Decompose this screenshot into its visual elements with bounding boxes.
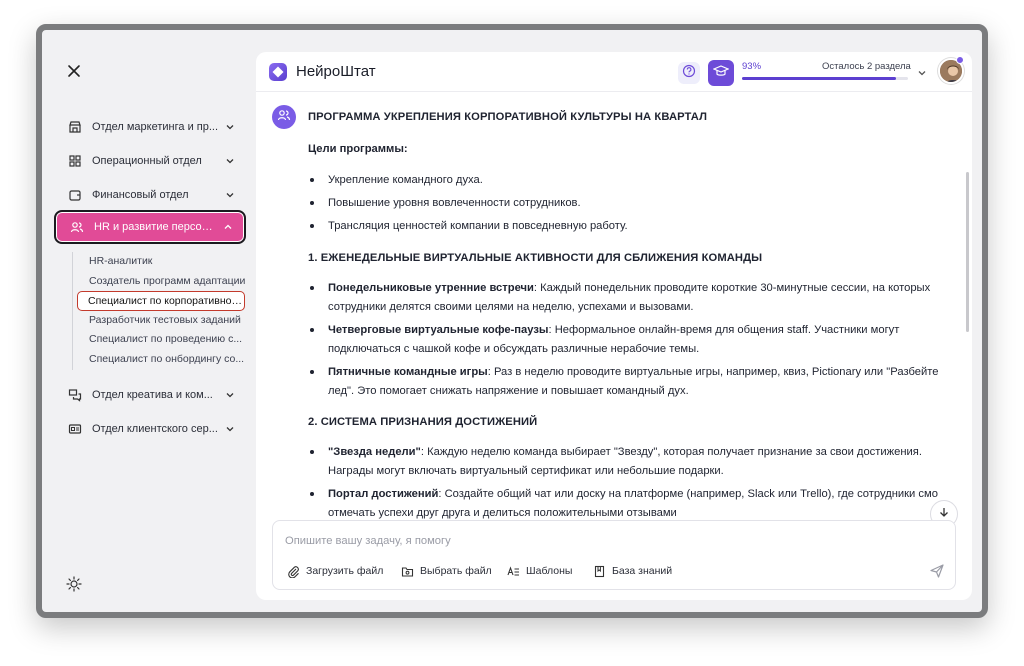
- chevron-down-icon[interactable]: [916, 66, 928, 78]
- sidebar-item-label: Финансовый отдел: [92, 189, 189, 201]
- close-icon[interactable]: [64, 62, 84, 82]
- item-bold: "Звезда недели": [328, 446, 421, 458]
- subitem-conducting-specialist[interactable]: Специалист по проведению с...: [73, 330, 248, 350]
- knowledge-base-button[interactable]: База знаний: [593, 563, 672, 579]
- paperclip-icon: [287, 565, 300, 578]
- folder-icon: [401, 565, 414, 578]
- list-item: Понедельниковые утренние встречи: Каждый…: [308, 279, 948, 316]
- sidebar-item-operations[interactable]: Операционный отдел: [54, 144, 246, 178]
- subitem-corporate-specialist[interactable]: Специалист по корпоративной...: [77, 291, 245, 311]
- goal-text: Укрепление командного духа.: [328, 174, 483, 186]
- wallet-icon: [68, 188, 82, 202]
- logo-icon: [268, 62, 288, 82]
- grid-icon: [68, 154, 82, 168]
- sidebar-item-label: Отдел клиентского сер...: [92, 423, 218, 435]
- notification-dot: [956, 56, 964, 64]
- send-icon: [929, 564, 945, 583]
- book-icon: [593, 565, 606, 578]
- list-item: Четверговые виртуальные кофе-паузы: Нефо…: [308, 321, 948, 358]
- app-window: Отдел маркетинга и пр... Операционный от…: [36, 24, 988, 618]
- list-item: Пятничные командные игры: Раз в неделю п…: [308, 363, 948, 400]
- graduation-cap-icon: [712, 63, 730, 84]
- upload-file-button[interactable]: Загрузить файл: [287, 563, 383, 579]
- list-item: Портал достижений: Создайте общий чат ил…: [308, 485, 948, 522]
- brand-title: НейроШтат: [296, 63, 376, 80]
- list-item: "Звезда недели": Каждую неделю команда в…: [308, 443, 948, 480]
- sidebar-item-marketing[interactable]: Отдел маркетинга и пр...: [54, 110, 246, 144]
- choose-file-button[interactable]: Выбрать файл: [401, 563, 492, 579]
- sidebar-item-label: Операционный отдел: [92, 155, 202, 167]
- scrollbar[interactable]: [966, 172, 969, 332]
- chat-content: ПРОГРАММА УКРЕПЛЕНИЯ КОРПОРАТИВНОЙ КУЛЬТ…: [256, 93, 964, 523]
- chevron-down-icon: [224, 121, 236, 133]
- sidebar-item-finance[interactable]: Финансовый отдел: [54, 178, 246, 212]
- item-bold: Пятничные командные игры: [328, 366, 488, 378]
- help-button[interactable]: [678, 62, 700, 84]
- sidebar-item-creative[interactable]: Отдел креатива и ком...: [54, 378, 246, 412]
- list-item: Укрепление командного духа.: [308, 171, 948, 190]
- users-icon: [70, 220, 84, 234]
- progress-remaining: Осталось 2 раздела: [822, 61, 911, 72]
- assistant-avatar: [272, 105, 296, 129]
- send-button[interactable]: [929, 563, 945, 579]
- item-bold: Портал достижений: [328, 488, 439, 500]
- section-heading: 2. СИСТЕМА ПРИЗНАНИЯ ДОСТИЖЕНИЙ: [308, 416, 538, 428]
- goal-text: Повышение уровня вовлеченности сотрудник…: [328, 197, 581, 209]
- message-title: ПРОГРАММА УКРЕПЛЕНИЯ КОРПОРАТИВНОЙ КУЛЬТ…: [308, 111, 708, 123]
- subitem-hr-analyst[interactable]: HR-аналитик: [73, 252, 248, 272]
- item-bold: Понедельниковые утренние встречи: [328, 282, 534, 294]
- knowledge-base-label: База знаний: [612, 565, 673, 577]
- question-icon: [682, 64, 696, 83]
- composer: Загрузить файл Выбрать файл Шаблоны База…: [272, 520, 956, 590]
- sidebar: Отдел маркетинга и пр... Операционный от…: [42, 30, 250, 612]
- id-card-icon: [68, 422, 82, 436]
- store-icon: [68, 120, 82, 134]
- subitem-test-developer[interactable]: Разработчик тестовых заданий: [73, 311, 248, 331]
- chevron-down-icon: [224, 189, 236, 201]
- upload-file-label: Загрузить файл: [306, 565, 384, 577]
- chevron-up-icon: [222, 221, 234, 233]
- list-item: Трансляция ценностей компании в повседне…: [308, 217, 948, 236]
- templates-button[interactable]: Шаблоны: [507, 563, 572, 579]
- sidebar-item-client-service[interactable]: Отдел клиентского сер...: [54, 412, 246, 446]
- main-panel: НейроШтат 93% Осталось 2 раздела ПРОГРАМ…: [256, 52, 972, 600]
- header: НейроШтат 93% Осталось 2 раздела: [256, 52, 972, 92]
- chevron-down-icon: [224, 423, 236, 435]
- chevron-down-icon: [224, 389, 236, 401]
- item-bold: Четверговые виртуальные кофе-паузы: [328, 324, 549, 336]
- sidebar-item-label: Отдел маркетинга и пр...: [92, 121, 218, 133]
- task-input[interactable]: [285, 531, 925, 551]
- sidebar-item-label: Отдел креатива и ком...: [92, 389, 213, 401]
- sidebar-item-hr[interactable]: HR и развитие персона...: [54, 210, 246, 244]
- subitem-onboarding-specialist[interactable]: Специалист по онбордингу со...: [73, 350, 248, 370]
- progress-percent: 93%: [742, 61, 762, 72]
- goals-heading: Цели программы:: [308, 143, 408, 155]
- users-icon: [277, 108, 291, 127]
- sidebar-item-label: HR и развитие персона...: [94, 221, 216, 233]
- sun-icon[interactable]: [66, 576, 82, 592]
- education-button[interactable]: [708, 60, 734, 86]
- hr-subitems: HR-аналитик Создатель программ адаптации…: [72, 252, 248, 370]
- templates-label: Шаблоны: [526, 565, 573, 577]
- chevron-down-icon: [224, 155, 236, 167]
- progress-fill: [742, 77, 897, 80]
- subitem-adaptation-creator[interactable]: Создатель программ адаптации: [73, 272, 248, 292]
- chat-icon: [68, 388, 82, 402]
- list-item: Повышение уровня вовлеченности сотрудник…: [308, 194, 948, 213]
- text-format-icon: [507, 565, 520, 578]
- section-heading: 1. ЕЖЕНЕДЕЛЬНЫЕ ВИРТУАЛЬНЫЕ АКТИВНОСТИ Д…: [308, 252, 763, 264]
- progress-bar: [742, 77, 908, 80]
- choose-file-label: Выбрать файл: [420, 565, 492, 577]
- goal-text: Трансляция ценностей компании в повседне…: [328, 220, 628, 232]
